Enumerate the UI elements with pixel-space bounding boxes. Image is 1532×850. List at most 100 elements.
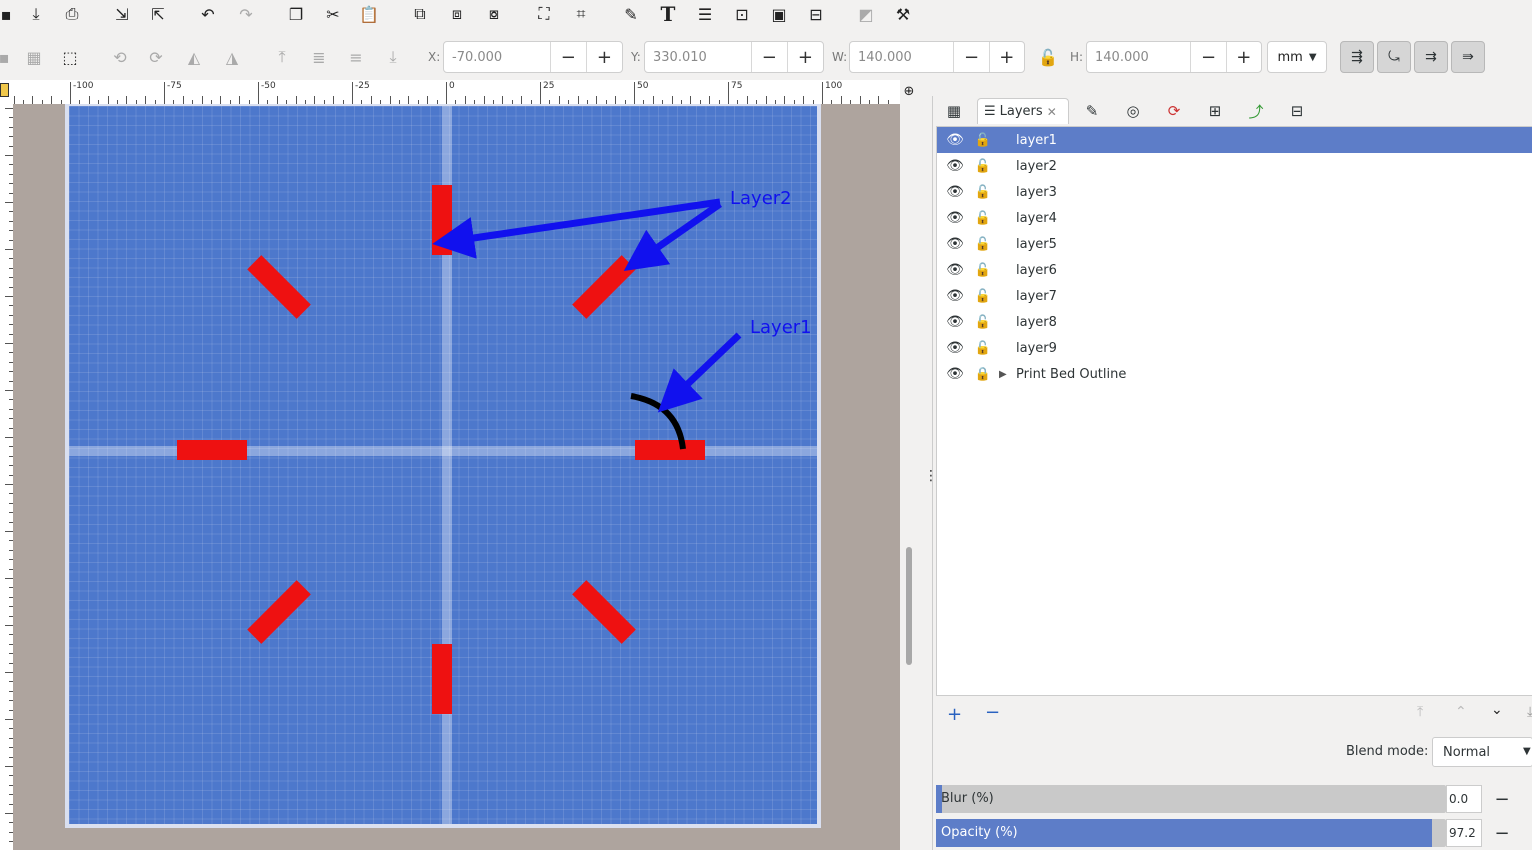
- y-field[interactable]: 330.010 − +: [644, 41, 824, 73]
- visibility-eye-icon[interactable]: 👁: [945, 210, 965, 226]
- y-increment-button[interactable]: +: [786, 42, 823, 72]
- layer-name[interactable]: layer7: [1016, 289, 1057, 304]
- align-icon[interactable]: ⊟: [804, 2, 828, 26]
- zoom-selection-icon[interactable]: ⛶: [532, 2, 556, 26]
- layer-name[interactable]: layer1: [1016, 133, 1057, 148]
- visibility-eye-icon[interactable]: 👁: [945, 158, 965, 174]
- flip-vertical-icon[interactable]: ◮: [220, 45, 244, 69]
- layer-name[interactable]: layer8: [1016, 315, 1057, 330]
- w-value[interactable]: 140.000: [850, 50, 953, 65]
- deselect-icon[interactable]: ⬚: [58, 45, 82, 69]
- expand-arrow-icon[interactable]: ▶: [999, 369, 1007, 380]
- h-increment-button[interactable]: +: [1225, 42, 1261, 72]
- unit-select[interactable]: mm ▼: [1267, 41, 1327, 73]
- raise-top-icon[interactable]: ⤒: [270, 45, 294, 69]
- lock-closed-icon[interactable]: 🔒: [973, 367, 993, 382]
- layer-name[interactable]: layer4: [1016, 211, 1057, 226]
- unlink-clone-icon[interactable]: ⧇: [482, 2, 506, 26]
- rotate-ccw-icon[interactable]: ⟲: [108, 45, 132, 69]
- layer-name[interactable]: layer9: [1016, 341, 1057, 356]
- lock-open-icon[interactable]: 🔓: [973, 133, 993, 148]
- x-field[interactable]: -70.000 − +: [443, 41, 623, 73]
- lock-open-icon[interactable]: 🔓: [973, 185, 993, 200]
- cut-icon[interactable]: ✂: [321, 2, 345, 26]
- raise-layer-icon[interactable]: ⌃: [1455, 704, 1467, 720]
- lock-open-icon[interactable]: 🔓: [973, 159, 993, 174]
- lock-ratio-icon[interactable]: 🔓: [1036, 45, 1060, 69]
- scale-corners-button[interactable]: ⤿: [1377, 41, 1411, 73]
- visibility-eye-icon[interactable]: 👁: [945, 184, 965, 200]
- visibility-eye-icon[interactable]: 👁: [945, 288, 965, 304]
- layer-name[interactable]: layer5: [1016, 237, 1057, 252]
- save-icon[interactable]: ▪: [0, 2, 18, 26]
- zoom-indicator-icon[interactable]: ⊕: [898, 80, 920, 102]
- lock-open-icon[interactable]: 🔓: [973, 263, 993, 278]
- zoom-drawing-icon[interactable]: ⌗: [569, 2, 593, 26]
- symbols-icon[interactable]: ◩: [854, 2, 878, 26]
- import-icon[interactable]: ⇲: [110, 2, 134, 26]
- edit-path-icon[interactable]: ✎: [619, 2, 643, 26]
- layer-name[interactable]: Print Bed Outline: [1016, 367, 1126, 382]
- layer-row[interactable]: 👁 🔒 ▶ Print Bed Outline: [937, 361, 1532, 387]
- lock-open-icon[interactable]: 🔓: [973, 341, 993, 356]
- path-effects-tab-icon[interactable]: ⤴: [1245, 100, 1267, 122]
- add-layer-icon[interactable]: +: [947, 704, 962, 725]
- blur-slider[interactable]: Blur (%): [936, 785, 1446, 813]
- lower-icon[interactable]: ≡: [344, 45, 368, 69]
- undo-icon[interactable]: ↶: [196, 2, 220, 26]
- redo-icon[interactable]: ↷: [234, 2, 258, 26]
- select-all-icon[interactable]: ▪: [0, 45, 16, 69]
- visibility-eye-icon[interactable]: 👁: [945, 132, 965, 148]
- layers-icon[interactable]: ☰: [693, 2, 717, 26]
- lock-open-icon[interactable]: 🔓: [973, 315, 993, 330]
- align-tab-icon[interactable]: ⊟: [1286, 100, 1308, 122]
- fill-stroke-icon[interactable]: ▣: [767, 2, 791, 26]
- h-field[interactable]: 140.000 − +: [1086, 41, 1262, 73]
- lower-layer-icon[interactable]: ⌄: [1491, 702, 1503, 718]
- flip-horizontal-icon[interactable]: ◭: [182, 45, 206, 69]
- lower-layer-bottom-icon[interactable]: ⤓: [1527, 704, 1532, 720]
- visibility-eye-icon[interactable]: 👁: [945, 314, 965, 330]
- y-value[interactable]: 330.010: [645, 50, 751, 65]
- x-increment-button[interactable]: +: [585, 42, 622, 72]
- clone-icon[interactable]: ⧈: [445, 2, 469, 26]
- raise-layer-top-icon[interactable]: ⤒: [1417, 704, 1423, 720]
- layer-row[interactable]: 👁 🔓 layer8: [937, 309, 1532, 335]
- layer-name[interactable]: layer6: [1016, 263, 1057, 278]
- lock-open-icon[interactable]: 🔓: [973, 237, 993, 252]
- transform-tab-icon[interactable]: ⟳: [1163, 100, 1185, 122]
- layer-row[interactable]: 👁 🔓 layer3: [937, 179, 1532, 205]
- visibility-eye-icon[interactable]: 👁: [945, 262, 965, 278]
- layer-list[interactable]: 👁 🔓 layer1 👁 🔓 layer2 👁 🔓 layer3 👁 🔓 layer4 👁 🔓 layer5…: [936, 126, 1532, 696]
- layer-name[interactable]: layer2: [1016, 159, 1057, 174]
- scale-stroke-button[interactable]: ⇶: [1340, 41, 1374, 73]
- blur-value[interactable]: 0.0: [1446, 785, 1482, 813]
- move-patterns-button[interactable]: ⇛: [1451, 41, 1485, 73]
- lock-open-icon[interactable]: 🔓: [973, 211, 993, 226]
- document-properties-icon[interactable]: ▦: [943, 100, 965, 122]
- visibility-eye-icon[interactable]: 👁: [945, 236, 965, 252]
- objects-tab-icon[interactable]: ◎: [1122, 100, 1144, 122]
- move-gradients-button[interactable]: ⇉: [1414, 41, 1448, 73]
- save-as-icon[interactable]: ⤓: [24, 2, 48, 26]
- w-decrement-button[interactable]: −: [953, 42, 988, 72]
- preferences-icon[interactable]: ⚒: [891, 2, 915, 26]
- x-value[interactable]: -70.000: [444, 50, 550, 65]
- layer-row[interactable]: 👁 🔓 layer1: [937, 127, 1532, 153]
- remove-layer-icon[interactable]: −: [985, 702, 1000, 723]
- layer-row[interactable]: 👁 🔓 layer5: [937, 231, 1532, 257]
- visibility-eye-icon[interactable]: 👁: [945, 366, 965, 382]
- canvas-area[interactable]: Layer2 Layer1: [13, 104, 900, 850]
- xml-editor-icon[interactable]: ⊡: [730, 2, 754, 26]
- horizontal-ruler[interactable]: -100 -75 -50 -25 0 25 50 75 100: [0, 80, 900, 105]
- w-increment-button[interactable]: +: [988, 42, 1024, 72]
- lower-bottom-icon[interactable]: ⤓: [381, 45, 405, 69]
- opacity-decrement-button[interactable]: −: [1487, 819, 1517, 847]
- h-decrement-button[interactable]: −: [1190, 42, 1225, 72]
- canvas-scrollbar[interactable]: [906, 547, 912, 665]
- copy-icon[interactable]: ❐: [284, 2, 308, 26]
- tab-layers[interactable]: ☰ Layers ✕: [977, 98, 1069, 124]
- x-decrement-button[interactable]: −: [549, 42, 586, 72]
- close-icon[interactable]: ✕: [1047, 105, 1057, 119]
- layer-row[interactable]: 👁 🔓 layer6: [937, 257, 1532, 283]
